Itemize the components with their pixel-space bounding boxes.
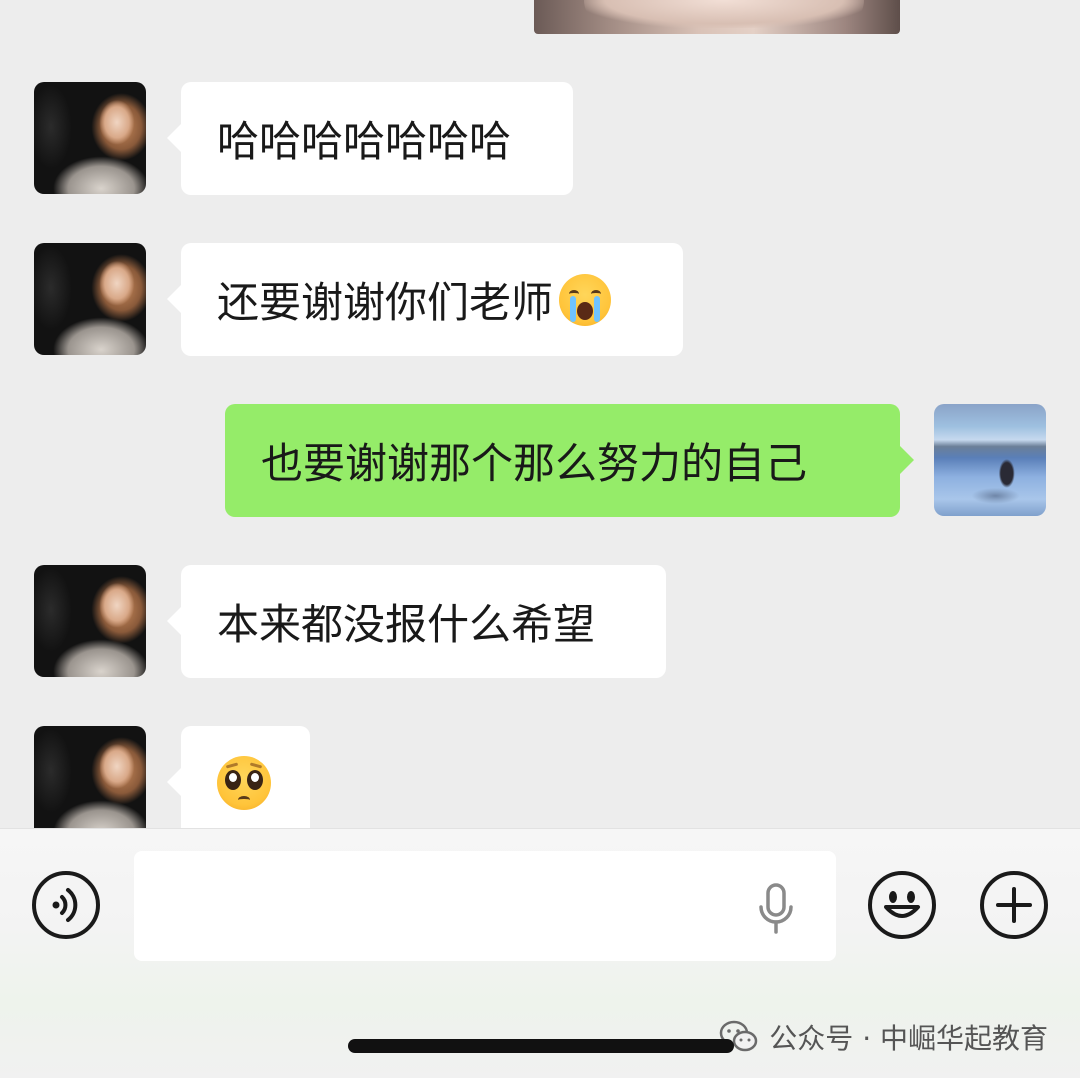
home-indicator[interactable] [348,1039,734,1053]
message-bubble-sent[interactable]: 也要谢谢那个那么努力的自己 [225,404,914,517]
message-text: 还要谢谢你们老师 [217,278,554,327]
message-text: 也要谢谢那个那么努力的自己 [261,439,808,488]
contact-avatar[interactable] [34,82,146,194]
emoji-button[interactable] [868,871,936,939]
message-bubble-received[interactable] [167,726,310,828]
chat-messages-area[interactable]: 哈哈哈哈哈哈哈 还要谢谢你们老师 也要谢谢那个那么努力的自己 本来都没报什么希望 [0,0,1080,828]
message-bubble-received[interactable]: 哈哈哈哈哈哈哈 [167,82,573,195]
watermark: 公众号 · 中崛华起教育 [719,1017,1048,1057]
microphone-icon[interactable] [756,883,796,935]
contact-avatar[interactable] [34,243,146,355]
message-input[interactable] [134,851,836,961]
image-content [584,0,864,28]
image-message-partial[interactable] [534,0,900,34]
self-avatar[interactable] [934,404,1046,516]
message-bubble-received[interactable]: 本来都没报什么希望 [167,565,666,678]
message-text: 哈哈哈哈哈哈哈 [217,117,512,166]
message-bubble-received[interactable]: 还要谢谢你们老师 [167,243,683,356]
more-functions-button[interactable] [980,871,1048,939]
loudly-crying-face-icon [559,273,612,326]
contact-avatar[interactable] [34,565,146,677]
voice-toggle-icon [52,888,78,922]
chat-input-bar: 公众号 · 中崛华起教育 [0,828,1080,1078]
contact-avatar[interactable] [34,726,146,828]
smiley-face-icon [884,891,920,918]
plus-icon [996,887,1032,923]
message-text: 本来都没报什么希望 [217,600,596,649]
watermark-text: 公众号 · 中崛华起教育 [769,1022,1048,1055]
pleading-face-icon [217,755,271,810]
voice-toggle-button[interactable] [32,871,100,939]
